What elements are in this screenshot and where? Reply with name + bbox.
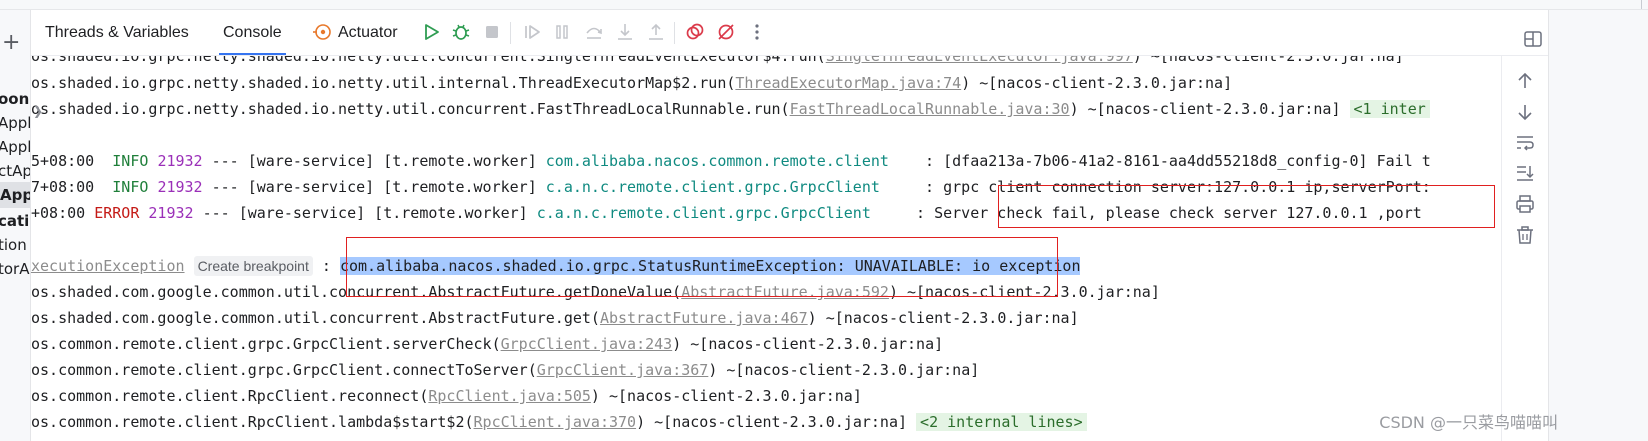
log-level: ERROR: [94, 204, 140, 222]
log-level: INFO: [112, 178, 149, 196]
exception-line: xecutionException Create breakpoint : co…: [31, 256, 1081, 276]
left-item-0[interactable]: oon: [0, 86, 29, 112]
up-arrow-icon[interactable]: [1514, 70, 1536, 92]
left-item-7[interactable]: torA: [0, 256, 30, 282]
debug-icon[interactable]: [450, 21, 472, 43]
watermark-text: CSDN @一只菜鸟喵喵叫: [1379, 413, 1558, 432]
view-breakpoints-icon[interactable]: [684, 21, 706, 43]
console-output[interactable]: os.shaded.io.grpc.netty.shaded.io.netty.…: [31, 56, 1501, 441]
print-icon[interactable]: [1514, 193, 1536, 215]
log-line: 7+08:00 INFO 21932 --- [ware-service] [t…: [31, 178, 1431, 196]
logger-name: c.a.n.c.remote.client.grpc.GrpcClient: [545, 178, 917, 196]
stop-icon[interactable]: [481, 21, 503, 43]
tab-threads-variables[interactable]: Threads & Variables: [45, 10, 189, 55]
source-link[interactable]: FastThreadLocalRunnable.java:30: [790, 100, 1070, 118]
exception-class-link[interactable]: xecutionException: [31, 257, 185, 275]
console-line: os.common.remote.client.grpc.GrpcClient.…: [31, 361, 980, 379]
right-tool-window-strip: [1524, 10, 1648, 441]
layout-icon[interactable]: [1523, 29, 1543, 49]
source-link[interactable]: GrpcClient.java:243: [501, 335, 673, 353]
left-item-1[interactable]: Applic: [0, 110, 30, 136]
tab-console[interactable]: Console: [219, 10, 286, 55]
source-link[interactable]: AbstractFuture.java:467: [600, 309, 808, 327]
left-panel: + oon Applic Applic ctAp App cati tion t…: [0, 10, 31, 441]
logger-name: com.alibaba.nacos.common.remote.client: [545, 152, 917, 170]
actuator-icon: [313, 24, 331, 40]
fold-chevron-icon[interactable]: ❯: [33, 104, 43, 118]
left-item-2[interactable]: Applic: [0, 134, 30, 160]
step-out-icon[interactable]: [645, 21, 667, 43]
down-arrow-icon[interactable]: [1514, 101, 1536, 123]
source-link[interactable]: ThreadExecutorMap.java:74: [735, 74, 961, 92]
add-icon[interactable]: +: [2, 32, 20, 54]
toolbar-divider: [510, 22, 511, 44]
clear-all-icon[interactable]: [1514, 224, 1536, 246]
selected-exception-text[interactable]: com.alibaba.nacos.shaded.io.grpc.StatusR…: [339, 257, 1081, 275]
window-top-bar: [0, 0, 1648, 10]
folded-lines-badge[interactable]: <2 internal lines>: [916, 413, 1087, 431]
left-item-selected[interactable]: App: [0, 182, 30, 208]
source-link[interactable]: RpcClient.java:505: [428, 387, 591, 405]
logger-name: c.a.n.c.remote.client.grpc.GrpcClient: [536, 204, 907, 222]
log-line: +08:00 ERROR 21932 --- [ware-service] [t…: [31, 204, 1422, 222]
soft-wrap-icon[interactable]: [1514, 131, 1536, 153]
source-link[interactable]: SingleThreadEventExecutor.java:997: [826, 56, 1133, 65]
tab-actuator[interactable]: Actuator: [338, 10, 398, 55]
scroll-to-end-icon[interactable]: [1514, 162, 1536, 184]
toolbar-divider: [674, 22, 675, 44]
create-breakpoint-hint[interactable]: Create breakpoint: [193, 256, 313, 276]
console-line: os.shaded.com.google.common.util.concurr…: [31, 309, 1079, 327]
log-pid: 21932: [148, 204, 194, 222]
source-link[interactable]: RpcClient.java:370: [474, 413, 637, 431]
step-into-icon[interactable]: [614, 21, 636, 43]
debug-toolbar: Threads & Variables Console Actuator: [31, 10, 1648, 56]
console-line: os.shaded.io.grpc.netty.shaded.io.netty.…: [31, 74, 1233, 92]
console-side-toolbar: [1501, 56, 1549, 441]
console-line: os.common.remote.client.RpcClient.reconn…: [31, 387, 862, 405]
console-line: os.common.remote.client.grpc.GrpcClient.…: [31, 335, 944, 353]
left-item-5[interactable]: cati: [0, 208, 29, 234]
resume-icon[interactable]: [521, 21, 543, 43]
log-pid: 21932: [157, 152, 203, 170]
window-edge: [1641, 0, 1642, 9]
console-line: os.shaded.com.google.common.util.concurr…: [31, 283, 1160, 301]
rerun-icon[interactable]: [420, 21, 442, 43]
log-line: 5+08:00 INFO 21932 --- [ware-service] [t…: [31, 152, 1431, 170]
pause-icon[interactable]: [551, 21, 573, 43]
log-level: INFO: [112, 152, 149, 170]
source-link[interactable]: AbstractFuture.java:592: [681, 283, 889, 301]
left-item-6[interactable]: tion: [0, 232, 27, 258]
console-line: os.shaded.io.grpc.netty.shaded.io.netty.…: [31, 56, 1404, 69]
step-over-icon[interactable]: [583, 21, 605, 43]
folded-lines-badge[interactable]: <1 inter: [1349, 100, 1430, 118]
console-line: os.common.remote.client.RpcClient.lambda…: [31, 409, 1087, 435]
source-link[interactable]: GrpcClient.java:367: [537, 361, 709, 379]
more-icon[interactable]: [746, 21, 768, 43]
log-pid: 21932: [157, 178, 203, 196]
left-item-3[interactable]: ctAp: [0, 158, 30, 184]
mute-breakpoints-icon[interactable]: [715, 21, 737, 43]
console-line: os.shaded.io.grpc.netty.shaded.io.netty.…: [31, 96, 1430, 122]
